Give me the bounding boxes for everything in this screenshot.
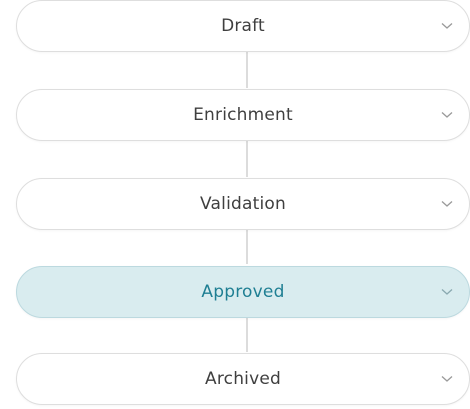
stage-archived[interactable]: Archived <box>16 353 470 405</box>
chevron-down-icon[interactable] <box>441 286 453 298</box>
stage-connector <box>246 141 248 177</box>
chevron-down-icon[interactable] <box>441 20 453 32</box>
workflow-stage-list: Draft Enrichment Validation Approved Arc… <box>0 0 470 409</box>
stage-connector <box>246 52 248 88</box>
stage-label: Draft <box>221 16 265 36</box>
chevron-down-icon[interactable] <box>441 198 453 210</box>
stage-connector <box>246 230 248 264</box>
stage-connector <box>246 318 248 352</box>
stage-validation[interactable]: Validation <box>16 178 470 230</box>
stage-label: Approved <box>201 282 285 302</box>
stage-label: Archived <box>205 369 281 389</box>
chevron-down-icon[interactable] <box>441 109 453 121</box>
chevron-down-icon[interactable] <box>441 373 453 385</box>
stage-label: Validation <box>200 194 286 214</box>
stage-draft[interactable]: Draft <box>16 0 470 52</box>
stage-label: Enrichment <box>193 105 293 125</box>
stage-enrichment[interactable]: Enrichment <box>16 89 470 141</box>
stage-approved[interactable]: Approved <box>16 266 470 318</box>
